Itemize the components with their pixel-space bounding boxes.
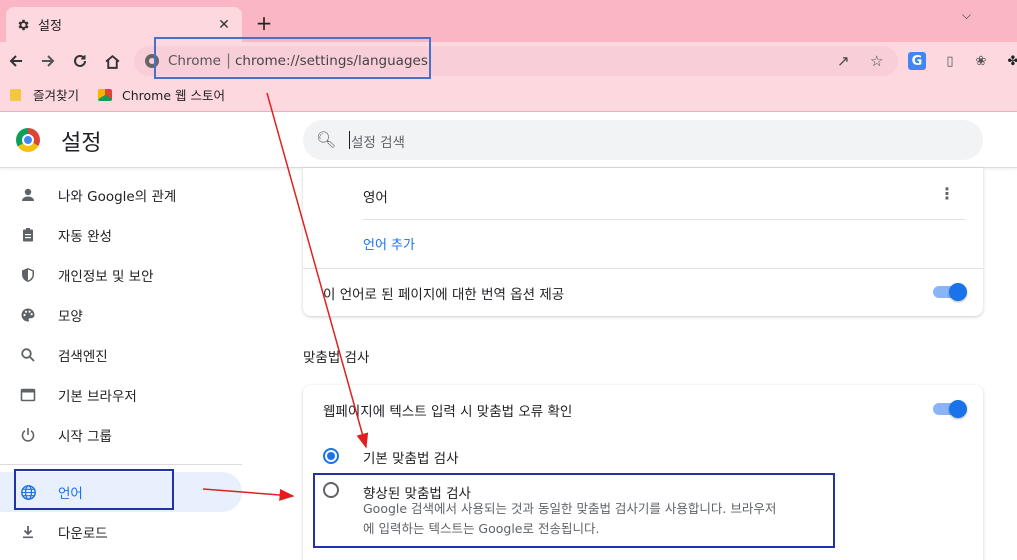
tab-title: 설정 [38, 19, 62, 34]
sidebar-item-label: 자동 완성 [58, 229, 112, 245]
page-title: 설정 [61, 131, 102, 156]
folder-icon [10, 88, 21, 101]
home-icon [105, 54, 119, 69]
bookmark-star-icon[interactable]: ☆ [870, 52, 883, 70]
settings-search-input[interactable]: 🔍︎ 설정 검색 [303, 120, 983, 160]
tab-strip: 설정 ✕ + ⌵ [0, 0, 1017, 42]
toggle-knob [949, 400, 967, 418]
bookmark-webstore[interactable]: Chrome 웹 스토어 [98, 85, 225, 104]
mouse-extension-icon[interactable]: ▯ [941, 52, 959, 70]
bookmark-label: Chrome 웹 스토어 [122, 88, 225, 103]
reload-icon [74, 54, 86, 67]
sidebar-item-label: 시작 그룹 [58, 429, 112, 445]
languages-annotation-box [14, 469, 174, 510]
puzzle-extensions-icon[interactable]: ✤ [1004, 52, 1017, 70]
more-options-icon[interactable]: ⋮ [939, 184, 955, 203]
person-icon [18, 185, 38, 205]
divider [303, 268, 983, 269]
sidebar-item-appearance[interactable]: 모양 [0, 295, 242, 335]
home-button[interactable] [101, 50, 123, 72]
close-tab-icon[interactable]: ✕ [214, 17, 234, 33]
bookmarks-bar: 즐겨찾기 Chrome 웹 스토어 [0, 80, 1017, 112]
search-icon [18, 345, 38, 365]
extension-icon[interactable]: ❀ [972, 52, 990, 70]
toolbar: Chrome | chrome://settings/languages ↗ ☆ [0, 42, 1017, 80]
clipboard-icon [18, 225, 38, 245]
offer-translate-toggle[interactable] [933, 283, 967, 301]
back-arrow-icon [9, 55, 22, 67]
webstore-icon [98, 88, 112, 101]
bookmark-favorites[interactable]: 즐겨찾기 [10, 85, 79, 104]
spell-check-section-title: 맞춤법 검사 [303, 350, 370, 366]
gear-icon [18, 19, 29, 30]
sidebar-item-label: 기본 브라우저 [58, 389, 137, 405]
chrome-logo-icon [16, 128, 40, 152]
shield-icon [18, 265, 38, 285]
palette-icon [18, 305, 38, 325]
url-annotation-box [154, 37, 431, 79]
new-tab-button[interactable]: + [254, 13, 274, 33]
settings-header: 설정 🔍︎ 설정 검색 [0, 112, 1017, 168]
translate-extension-icon[interactable]: G [908, 52, 926, 70]
sidebar-item-autofill[interactable]: 자동 완성 [0, 215, 242, 255]
forward-arrow-icon [42, 55, 55, 67]
sidebar-item-privacy[interactable]: 개인정보 및 보안 [0, 255, 242, 295]
download-icon [18, 522, 38, 542]
search-icon: 🔍︎ [316, 130, 337, 149]
browser-icon [18, 385, 38, 405]
reload-button[interactable] [69, 50, 91, 72]
sidebar-item-you-and-google[interactable]: 나와 Google의 관계 [0, 175, 242, 215]
sidebar-item-label: 모양 [58, 309, 83, 325]
language-name: 영어 [363, 190, 388, 206]
toggle-knob [949, 283, 967, 301]
sidebar-item-label: 개인정보 및 보안 [58, 269, 154, 285]
divider [363, 219, 965, 220]
bookmark-label: 즐겨찾기 [33, 88, 80, 103]
basic-spell-check-label: 기본 맞춤법 검사 [363, 451, 459, 467]
sidebar-item-on-startup[interactable]: 시작 그룹 [0, 415, 242, 455]
tab-search-chevron-icon[interactable]: ⌵ [962, 8, 971, 23]
spell-check-label: 웹페이지에 텍스트 입력 시 맞춤법 오류 확인 [323, 404, 573, 420]
forward-button[interactable] [37, 50, 59, 72]
offer-translate-label: 이 언어로 된 페이지에 대한 번역 옵션 제공 [323, 287, 565, 303]
power-icon [18, 425, 38, 445]
sidebar-item-label: 다운로드 [58, 526, 108, 542]
back-button[interactable] [5, 50, 27, 72]
sidebar-divider [0, 464, 242, 465]
sidebar-item-label: 검색엔진 [58, 349, 108, 365]
add-language-link[interactable]: 언어 추가 [363, 234, 415, 253]
languages-card: 영어 ⋮ 언어 추가 이 언어로 된 페이지에 대한 번역 옵션 제공 [303, 168, 983, 316]
basic-spell-check-radio[interactable] [323, 448, 339, 464]
share-icon[interactable]: ↗ [837, 52, 850, 70]
search-placeholder: 설정 검색 [351, 135, 405, 151]
sidebar-item-downloads[interactable]: 다운로드 [0, 512, 242, 552]
spell-check-toggle[interactable] [933, 400, 967, 418]
text-caret [349, 131, 350, 149]
sidebar-item-search-engine[interactable]: 검색엔진 [0, 335, 242, 375]
sidebar-item-label: 나와 Google의 관계 [58, 189, 177, 205]
enhanced-annotation-box [313, 473, 835, 548]
sidebar-item-default-browser[interactable]: 기본 브라우저 [0, 375, 242, 415]
